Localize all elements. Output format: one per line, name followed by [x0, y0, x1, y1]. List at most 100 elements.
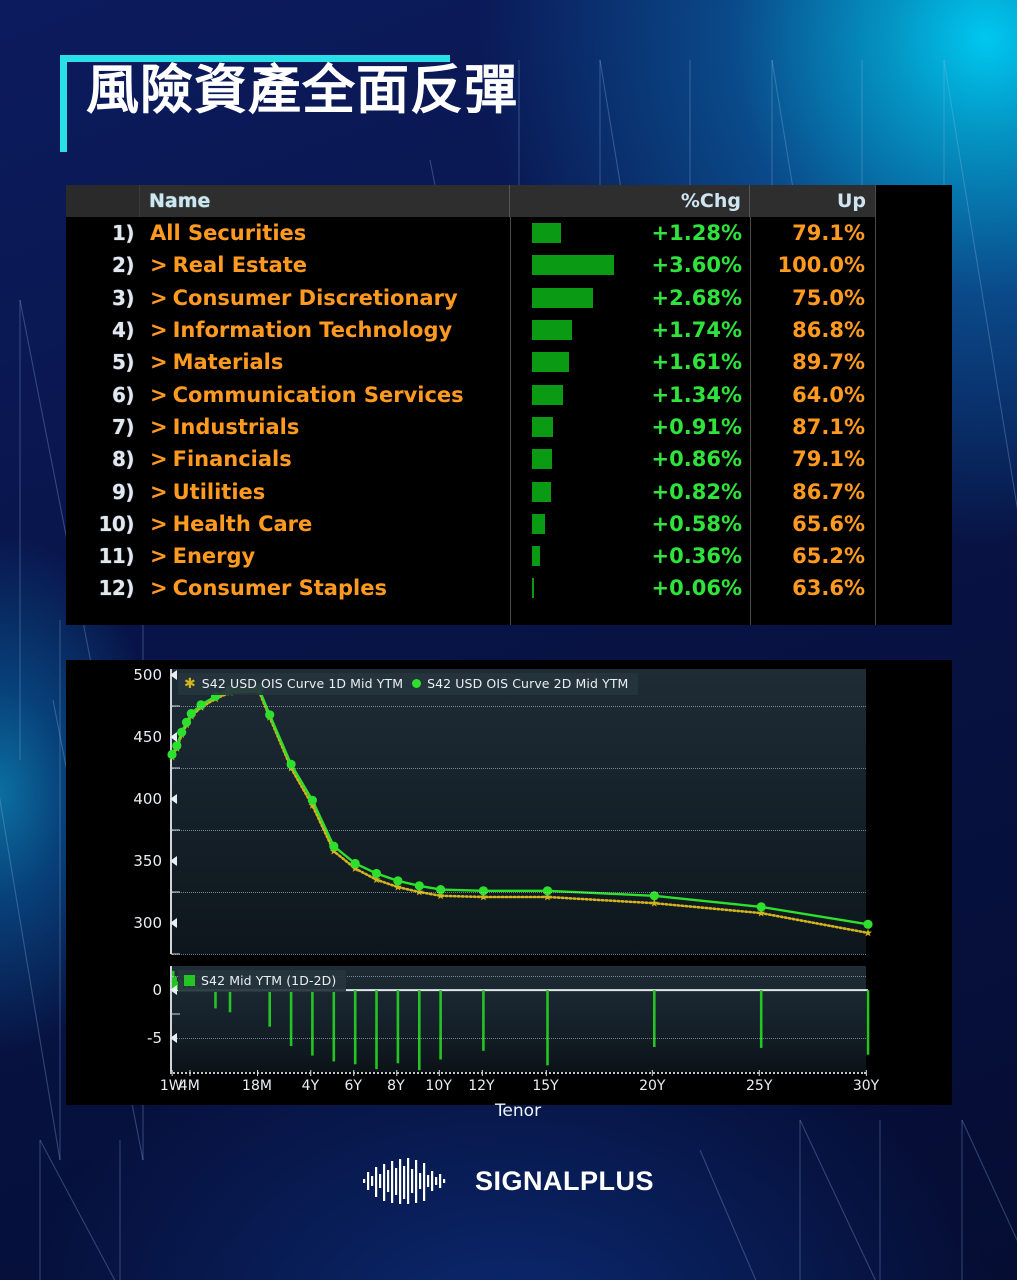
legend-label-1d: S42 USD OIS Curve 1D Mid YTM: [201, 676, 404, 691]
table-row[interactable]: 7) > Industrials +0.91% 87.1%: [66, 411, 952, 443]
row-sector-name[interactable]: > Information Technology: [140, 318, 510, 342]
row-change-bar: [532, 449, 552, 470]
row-index: 7): [111, 414, 135, 439]
y-axis-tick-mark: [170, 732, 177, 743]
expand-chevron-icon[interactable]: >: [150, 318, 168, 342]
expand-chevron-icon[interactable]: >: [150, 576, 168, 600]
spread-histogram-subchart: S42 Mid YTM (1D-2D) 0 -5: [147, 966, 870, 1072]
expand-chevron-icon[interactable]: >: [150, 447, 168, 471]
legend-item-spread[interactable]: S42 Mid YTM (1D-2D): [184, 973, 336, 988]
row-sector-name[interactable]: > Consumer Staples: [140, 576, 510, 600]
column-header-name[interactable]: Name: [140, 185, 510, 217]
row-change-value: +1.34%: [651, 382, 742, 407]
table-row[interactable]: 8) > Financials +0.86% 79.1%: [66, 443, 952, 475]
row-up-value: 79.1%: [792, 221, 865, 246]
expand-chevron-icon[interactable]: >: [150, 253, 168, 277]
y-axis-tick-label: -5: [147, 1029, 162, 1048]
row-index: 1): [111, 221, 135, 246]
y-axis-tick-mark: [170, 670, 177, 681]
ois-curve-chart-panel: ✱ S42 USD OIS Curve 1D Mid YTM S42 USD O…: [66, 660, 952, 1121]
row-change-cell: +0.06%: [510, 572, 750, 604]
row-change-cell: +1.34%: [510, 378, 750, 410]
row-change-bar: [532, 481, 551, 502]
row-change-cell: +1.61%: [510, 346, 750, 378]
expand-chevron-icon[interactable]: >: [150, 512, 168, 536]
expand-chevron-icon[interactable]: >: [150, 415, 168, 439]
y-axis-tick-label: 400: [133, 790, 162, 809]
table-row[interactable]: 5) > Materials +1.61% 89.7%: [66, 346, 952, 378]
column-header-up[interactable]: Up: [750, 185, 875, 217]
expand-chevron-icon[interactable]: >: [150, 350, 168, 374]
data-point-2d: [167, 749, 177, 760]
row-sector-name[interactable]: > Utilities: [140, 480, 510, 504]
title-block: 風險資產全面反彈: [60, 55, 520, 155]
data-point-2d: [371, 868, 382, 879]
signalplus-waveform-icon: [362, 1158, 446, 1204]
table-row[interactable]: 9) > Utilities +0.82% 86.7%: [66, 475, 952, 507]
row-sector-name[interactable]: All Securities: [140, 221, 510, 245]
sector-performance-table: Name %Chg Up 1) All Securities +1.28% 79.1%…: [66, 185, 952, 625]
row-up-value: 64.0%: [792, 382, 865, 407]
histogram-bar: [546, 990, 549, 1066]
row-change-bar: [532, 546, 541, 567]
row-up-value: 86.8%: [792, 318, 865, 343]
row-sector-name[interactable]: > Communication Services: [140, 383, 510, 407]
row-change-bar: [532, 320, 572, 341]
table-header-tail: [875, 185, 952, 217]
x-axis-tick-label: 18M: [242, 1070, 272, 1094]
histogram-bar: [268, 990, 271, 1027]
row-sector-name[interactable]: > Materials: [140, 350, 510, 374]
table-row[interactable]: 3) > Consumer Discretionary +2.68% 75.0%: [66, 282, 952, 314]
legend-item-1d[interactable]: ✱ S42 USD OIS Curve 1D Mid YTM: [184, 676, 403, 691]
table-row[interactable]: 6) > Communication Services +1.34% 64.0%: [66, 378, 952, 410]
x-axis-tick-label: 4Y: [301, 1070, 320, 1094]
table-row[interactable]: 10) > Health Care +0.58% 65.6%: [66, 508, 952, 540]
table-row[interactable]: 2) > Real Estate +3.60% 100.0%: [66, 249, 952, 281]
histogram-bar: [396, 990, 400, 1064]
yield-curve-legend: ✱ S42 USD OIS Curve 1D Mid YTM S42 USD O…: [178, 673, 639, 695]
row-index: 11): [98, 544, 135, 569]
expand-chevron-icon[interactable]: >: [150, 383, 168, 407]
row-change-bar: [532, 352, 569, 373]
row-index: 9): [111, 479, 135, 504]
legend-item-2d[interactable]: S42 USD OIS Curve 2D Mid YTM: [412, 676, 628, 691]
expand-chevron-icon[interactable]: >: [150, 480, 168, 504]
page-title: 風險資產全面反彈: [86, 60, 518, 121]
expand-chevron-icon[interactable]: >: [150, 544, 168, 568]
x-axis-tick-label: 25Y: [746, 1070, 773, 1094]
row-sector-name[interactable]: > Real Estate: [140, 253, 510, 277]
table-row[interactable]: 4) > Information Technology +1.74% 86.8%: [66, 314, 952, 346]
row-up-value: 87.1%: [792, 414, 865, 439]
gridline: [172, 830, 866, 832]
row-change-bar: [532, 223, 562, 244]
row-index: 4): [111, 318, 135, 343]
row-change-value: +0.91%: [651, 414, 742, 439]
y-axis-tick-label: 350: [133, 852, 162, 871]
row-index: 6): [111, 382, 135, 407]
row-change-value: +1.28%: [651, 221, 742, 246]
table-row[interactable]: 12) > Consumer Staples +0.06% 63.6%: [66, 572, 952, 604]
row-sector-name[interactable]: > Energy: [140, 544, 510, 568]
expand-chevron-icon[interactable]: >: [150, 286, 168, 310]
gridline: [172, 954, 866, 955]
row-sector-name[interactable]: > Industrials: [140, 415, 510, 439]
row-change-value: +0.58%: [651, 511, 742, 536]
y-axis-tick-label: 500: [133, 666, 162, 685]
row-index: 2): [111, 253, 135, 278]
row-change-cell: +0.36%: [510, 540, 750, 572]
row-change-bar: [532, 513, 546, 534]
row-sector-name[interactable]: > Consumer Discretionary: [140, 286, 510, 310]
row-sector-name[interactable]: > Health Care: [140, 512, 510, 536]
row-change-value: +1.61%: [651, 350, 742, 375]
data-point-2d: [478, 886, 488, 896]
row-sector-name[interactable]: > Financials: [140, 447, 510, 471]
histogram-bar: [439, 990, 442, 1060]
table-row[interactable]: 11) > Energy +0.36% 65.2%: [66, 540, 952, 572]
x-axis-tick-label: 6Y: [344, 1070, 362, 1094]
x-axis-tick-label: 12Y: [468, 1070, 495, 1094]
histogram-bar: [866, 990, 870, 1055]
column-header-pct-change[interactable]: %Chg: [510, 185, 750, 217]
table-row[interactable]: 1) All Securities +1.28% 79.1%: [66, 217, 952, 249]
y-axis-tick-label: 300: [133, 914, 162, 933]
data-point-2d: [350, 858, 360, 869]
